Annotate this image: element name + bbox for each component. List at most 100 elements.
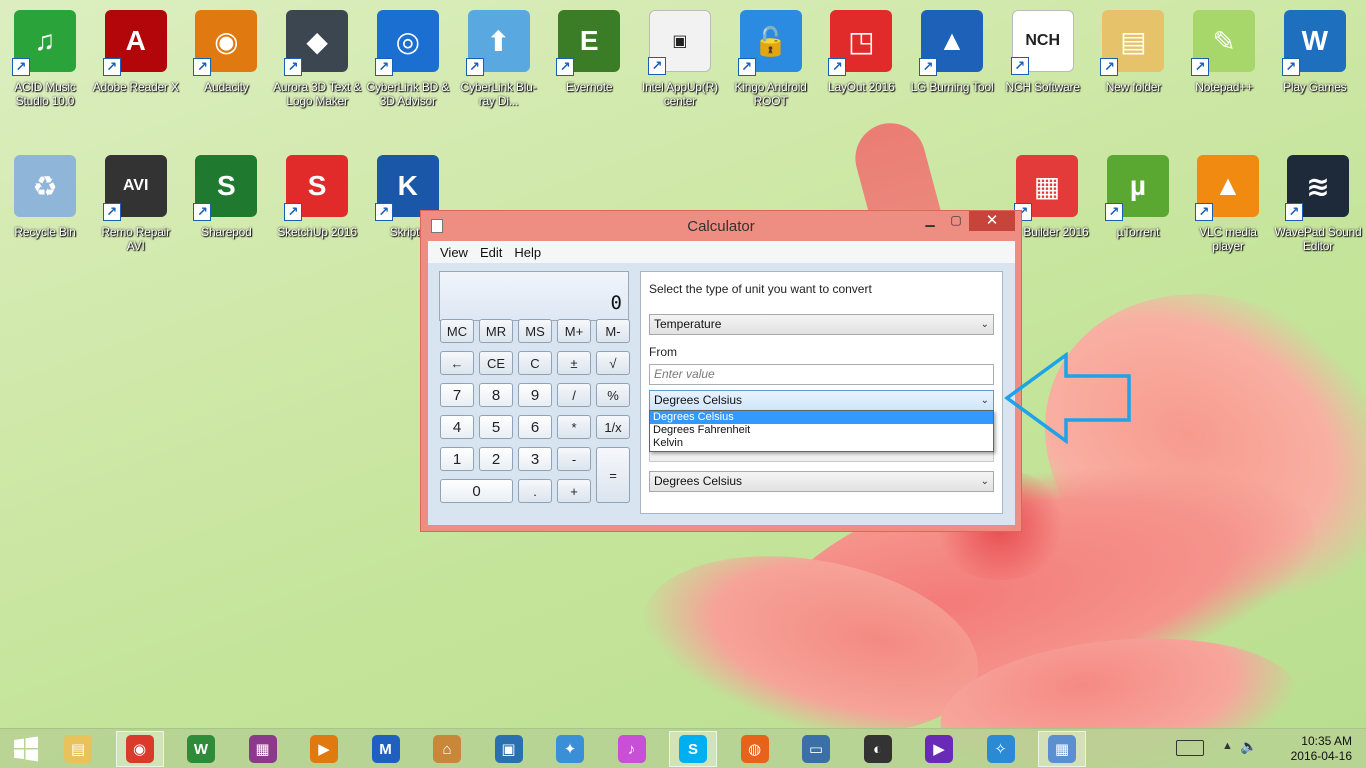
taskbar-app-button[interactable]: ▣: [485, 731, 533, 767]
shortcut-label: New folder: [1105, 80, 1162, 94]
taskbar-app-button[interactable]: ✧: [977, 731, 1025, 767]
desktop-shortcut[interactable]: ▲ ↗ LG Burning Tool: [908, 10, 996, 94]
desktop-shortcut[interactable]: ✎ ↗ Notepad++: [1180, 10, 1268, 94]
maximize-button[interactable]: ▢: [943, 211, 969, 231]
key-button[interactable]: C: [518, 351, 552, 375]
close-button[interactable]: ✕: [969, 211, 1015, 231]
key-button[interactable]: MC: [440, 319, 474, 343]
from-unit-select[interactable]: Degrees Celsius ⌄: [649, 390, 994, 411]
desktop-shortcut[interactable]: ◉ ↗ Audacity: [182, 10, 270, 94]
key-button[interactable]: CE: [479, 351, 513, 375]
key-button[interactable]: /: [557, 383, 591, 407]
desktop-shortcut[interactable]: ◆ ↗ Aurora 3D Text & Logo Maker: [273, 10, 361, 108]
desktop-shortcut[interactable]: A ↗ Adobe Reader X: [92, 10, 180, 94]
taskbar-app-button[interactable]: ▦: [1038, 731, 1086, 767]
key-button[interactable]: ±: [557, 351, 591, 375]
desktop-shortcut[interactable]: ♫ ↗ ACID Music Studio 10.0: [1, 10, 89, 108]
desktop-shortcut[interactable]: 🔓 ↗ Kingo Android ROOT: [727, 10, 815, 108]
key-button[interactable]: ←: [440, 351, 474, 375]
key-button[interactable]: 9: [518, 383, 552, 407]
desktop-shortcut[interactable]: ▲ ↗ VLC media player: [1184, 155, 1272, 253]
taskbar-app-button[interactable]: M: [362, 731, 410, 767]
taskbar-app-button[interactable]: ▦: [239, 731, 287, 767]
menu-view[interactable]: View: [434, 245, 474, 260]
dropdown-option-fahrenheit[interactable]: Degrees Fahrenheit: [650, 424, 993, 437]
desktop-shortcut[interactable]: ≋ ↗ WavePad Sound Editor: [1274, 155, 1362, 253]
key-button[interactable]: .: [518, 479, 552, 503]
key-button[interactable]: 2: [479, 447, 513, 471]
taskbar-app-button[interactable]: ⌂: [423, 731, 471, 767]
shortcut-label: LG Burning Tool: [910, 80, 994, 94]
key-button[interactable]: 0: [440, 479, 513, 503]
menu-help[interactable]: Help: [508, 245, 547, 260]
title-bar[interactable]: Calculator ▁ ▢ ✕: [421, 211, 1021, 241]
desktop-shortcut[interactable]: NCH ↗ NCH Software: [999, 10, 1087, 94]
to-unit-select[interactable]: Degrees Celsius ⌄: [649, 471, 994, 492]
desktop-shortcut[interactable]: S ↗ Sharepod: [182, 155, 270, 239]
desktop-shortcut[interactable]: E ↗ Evernote: [545, 10, 633, 94]
taskbar-app-button[interactable]: ◐: [854, 731, 902, 767]
key-button[interactable]: 8: [479, 383, 513, 407]
dropdown-option-kelvin[interactable]: Kelvin: [650, 437, 993, 450]
key-button[interactable]: MS: [518, 319, 552, 343]
desktop-shortcut[interactable]: ♻ Recycle Bin: [1, 155, 89, 239]
sharepod-icon: S ↗: [193, 155, 258, 221]
key-button[interactable]: %: [596, 383, 630, 407]
volume-icon[interactable]: 🔈: [1240, 738, 1257, 755]
show-hidden-icons-icon[interactable]: ▲: [1222, 740, 1233, 752]
key-button[interactable]: 1/x: [596, 415, 630, 439]
from-unit-dropdown: Degrees Celsius Degrees Fahrenheit Kelvi…: [649, 410, 994, 452]
taskbar-app-button[interactable]: ◍: [731, 731, 779, 767]
taskbar-app-button[interactable]: ✦: [546, 731, 594, 767]
hypercam-icon: ◐: [863, 735, 892, 763]
desktop-shortcut[interactable]: ◳ ↗ LayOut 2016: [817, 10, 905, 94]
taskbar-app-button[interactable]: W: [177, 731, 225, 767]
dropdown-option-celsius[interactable]: Degrees Celsius: [650, 411, 993, 424]
minimize-button[interactable]: ▁: [917, 211, 943, 231]
key-button[interactable]: 6: [518, 415, 552, 439]
key-button[interactable]: M+: [557, 319, 591, 343]
menu-edit[interactable]: Edit: [474, 245, 508, 260]
shortcut-label: Adobe Reader X: [92, 80, 179, 94]
desktop-shortcut[interactable]: S ↗ SketchUp 2016: [273, 155, 361, 239]
desktop-shortcut[interactable]: W ↗ Play Games: [1271, 10, 1359, 94]
clock[interactable]: 10:35 AM 2016-04-16: [1291, 734, 1352, 764]
taskbar-app-button[interactable]: ♪: [608, 731, 656, 767]
shortcut-arrow-icon: ↗: [1281, 58, 1300, 76]
display-value: 0: [610, 292, 622, 314]
taskbar-app-button[interactable]: ◉: [115, 731, 164, 767]
key-button[interactable]: 4: [440, 415, 474, 439]
desktop-shortcut[interactable]: ▤ ↗ New folder: [1089, 10, 1177, 94]
taskbar-app-button[interactable]: ▭: [792, 731, 840, 767]
key-button[interactable]: 1: [440, 447, 474, 471]
desktop-shortcut[interactable]: ▣ ↗ Intel AppUp(R) center: [636, 10, 724, 108]
key-button[interactable]: 7: [440, 383, 474, 407]
key-button[interactable]: +: [557, 479, 591, 503]
keyboard-icon[interactable]: [1176, 740, 1204, 756]
chrome-icon: ◉: [125, 735, 154, 763]
key-button[interactable]: *: [557, 415, 591, 439]
taskbar-app-button[interactable]: ▶: [300, 731, 348, 767]
unit-type-select[interactable]: Temperature ⌄: [649, 314, 994, 335]
equals-button[interactable]: =: [596, 447, 630, 503]
desktop-shortcut[interactable]: ◎ ↗ CyberLink BD & 3D Advisor: [364, 10, 452, 108]
shortcut-arrow-icon: ↗: [284, 203, 303, 221]
start-button[interactable]: [2, 731, 50, 767]
taskbar-app-button[interactable]: ▶: [915, 731, 963, 767]
calculator-display: 0: [439, 271, 629, 321]
key-button[interactable]: 3: [518, 447, 552, 471]
recycle-bin-icon: ♻: [14, 155, 76, 217]
shortcut-arrow-icon: ↗: [1100, 58, 1119, 76]
desktop-shortcut[interactable]: µ ↗ µTorrent: [1094, 155, 1182, 239]
key-button[interactable]: √: [596, 351, 630, 375]
from-value-input[interactable]: Enter value: [649, 364, 994, 385]
key-button[interactable]: -: [557, 447, 591, 471]
taskbar-app-button[interactable]: S: [669, 731, 717, 767]
taskbar-app-button[interactable]: ▤: [54, 731, 102, 767]
key-button[interactable]: 5: [479, 415, 513, 439]
key-button[interactable]: M-: [596, 319, 630, 343]
shortcut-arrow-icon: ↗: [828, 58, 847, 76]
desktop-shortcut[interactable]: AVI ↗ Remo Repair AVI: [92, 155, 180, 253]
key-button[interactable]: MR: [479, 319, 513, 343]
desktop-shortcut[interactable]: ⬆ ↗ CyberLink Blu-ray Di...: [455, 10, 543, 108]
